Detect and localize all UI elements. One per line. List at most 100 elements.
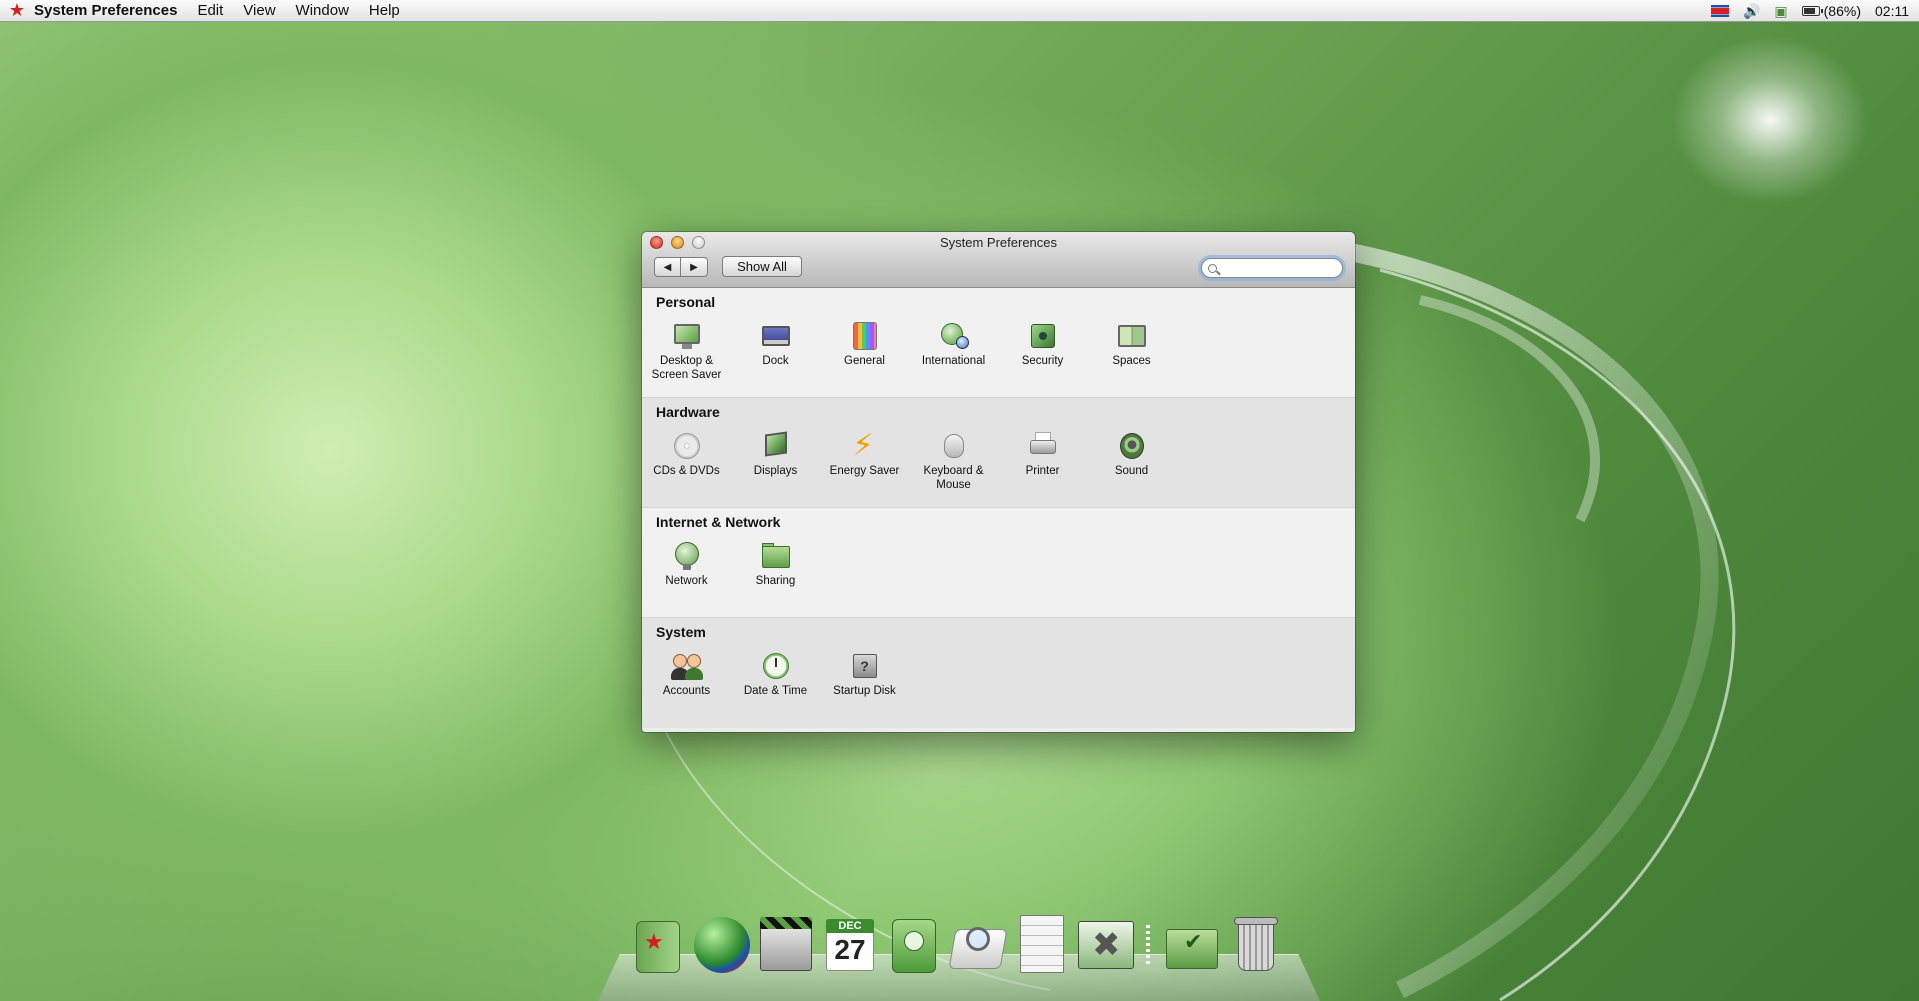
system-preferences-window: System Preferences ◀ ▶ Show All Personal… bbox=[642, 232, 1355, 732]
pane-label: Sharing bbox=[755, 575, 796, 587]
pane-cds-dvds[interactable]: CDs & DVDs bbox=[642, 430, 731, 492]
pane-startup-disk[interactable]: ? Startup Disk bbox=[820, 650, 909, 698]
pane-label: Displays bbox=[753, 465, 798, 477]
battery-status[interactable]: (86%) bbox=[1801, 3, 1861, 19]
dock-preview-magnifier-icon[interactable] bbox=[948, 915, 1008, 975]
accounts-icon bbox=[670, 650, 703, 682]
pane-label: CDs & DVDs bbox=[653, 465, 720, 477]
menu-window[interactable]: Window bbox=[296, 2, 349, 19]
pane-general[interactable]: General bbox=[820, 320, 909, 382]
calendar-day: 27 bbox=[834, 934, 866, 965]
pane-displays[interactable]: Displays bbox=[731, 430, 820, 492]
pane-label: Energy Saver bbox=[829, 465, 900, 477]
menu-edit[interactable]: Edit bbox=[197, 2, 223, 19]
back-arrow-icon: ◀ bbox=[663, 261, 672, 273]
cd-icon bbox=[671, 430, 703, 462]
dock-icon bbox=[760, 320, 792, 352]
pane-row: CDs & DVDs Displays ⚡ Energy Saver Keybo… bbox=[642, 430, 1176, 492]
pane-international[interactable]: International bbox=[909, 320, 998, 382]
general-icon bbox=[849, 320, 881, 352]
pane-label: Network bbox=[665, 575, 708, 587]
section-title: System bbox=[656, 624, 706, 640]
show-all-button[interactable]: Show All bbox=[722, 256, 802, 277]
network-status-icon[interactable]: ▣ bbox=[1774, 3, 1787, 20]
volume-icon[interactable]: 🔊 bbox=[1743, 3, 1760, 20]
pane-spaces[interactable]: Spaces bbox=[1087, 320, 1176, 382]
international-icon bbox=[938, 320, 970, 352]
pane-sound[interactable]: Sound bbox=[1087, 430, 1176, 492]
pane-label: Printer bbox=[1025, 465, 1060, 477]
printer-icon bbox=[1027, 430, 1059, 462]
pane-security[interactable]: Security bbox=[998, 320, 1087, 382]
pane-label: Dock bbox=[762, 355, 789, 367]
battery-icon bbox=[1801, 6, 1823, 16]
pane-label: Accounts bbox=[662, 685, 711, 697]
pane-date-time[interactable]: Date & Time bbox=[731, 650, 820, 698]
displays-icon bbox=[760, 430, 792, 462]
pane-label: Date & Time bbox=[743, 685, 808, 697]
dock-book-icon[interactable]: ★ bbox=[630, 915, 684, 975]
search-field[interactable] bbox=[1201, 258, 1343, 278]
pane-label: Spaces bbox=[1112, 355, 1151, 367]
menu-extras: 🔊 ▣ (86%) 02:11 bbox=[1710, 0, 1909, 22]
section-system: System Accounts Date & Time ? Startup Di… bbox=[642, 618, 1355, 728]
forward-button[interactable]: ▶ bbox=[681, 257, 708, 277]
dock-browser-globe-icon[interactable] bbox=[694, 915, 750, 975]
pane-label: Startup Disk bbox=[833, 685, 896, 697]
pane-keyboard-mouse[interactable]: Keyboard & Mouse bbox=[909, 430, 998, 492]
pane-label: International bbox=[921, 355, 986, 367]
nav-buttons: ◀ ▶ bbox=[654, 257, 708, 277]
pane-label: Keyboard & Mouse bbox=[923, 465, 984, 491]
spaces-icon bbox=[1116, 320, 1148, 352]
security-icon bbox=[1027, 320, 1059, 352]
calendar-month: DEC bbox=[826, 919, 874, 933]
energy-icon: ⚡ bbox=[852, 429, 874, 462]
sound-icon bbox=[1116, 430, 1148, 462]
pane-dock[interactable]: Dock bbox=[731, 320, 820, 382]
menu-app-name[interactable]: System Preferences bbox=[34, 2, 177, 19]
section-internet-network: Internet & Network Network Sharing bbox=[642, 508, 1355, 618]
pane-label: Desktop & Screen Saver bbox=[651, 355, 722, 381]
dock-folder-icon[interactable]: ✔ bbox=[1164, 915, 1218, 975]
section-title: Personal bbox=[656, 294, 716, 310]
dock-calendar-icon[interactable]: DEC 27 bbox=[822, 915, 876, 975]
forward-arrow-icon: ▶ bbox=[690, 261, 698, 273]
pane-row: Network Sharing bbox=[642, 540, 820, 588]
input-flag-icon[interactable] bbox=[1710, 5, 1729, 17]
pane-desktop-screen-saver[interactable]: Desktop & Screen Saver bbox=[642, 320, 731, 382]
pane-energy-saver[interactable]: ⚡ Energy Saver bbox=[820, 430, 909, 492]
dock-system-preferences-icon[interactable]: ✖ bbox=[1078, 915, 1134, 975]
pane-printer[interactable]: Printer bbox=[998, 430, 1087, 492]
dock-address-book-icon[interactable] bbox=[886, 915, 940, 975]
pane-row: Accounts Date & Time ? Startup Disk bbox=[642, 650, 909, 698]
pane-sharing[interactable]: Sharing bbox=[731, 540, 820, 588]
section-title: Hardware bbox=[656, 404, 720, 420]
dock: ★ DEC 27 ✖ ✔ bbox=[630, 915, 1282, 975]
menu-view[interactable]: View bbox=[243, 2, 275, 19]
menu-bar: ★ System Preferences Edit View Window He… bbox=[0, 0, 1919, 22]
network-icon bbox=[671, 540, 703, 572]
sharing-icon bbox=[760, 540, 792, 572]
menu-clock[interactable]: 02:11 bbox=[1875, 3, 1909, 19]
dock-trash-icon[interactable] bbox=[1228, 915, 1282, 975]
battery-percent: (86%) bbox=[1823, 3, 1861, 19]
clock-icon bbox=[760, 650, 792, 682]
pane-label: Sound bbox=[1114, 465, 1149, 477]
dock-calculator-icon[interactable] bbox=[1014, 915, 1068, 975]
pane-row: Desktop & Screen Saver Dock General Inte… bbox=[642, 320, 1176, 382]
dock-movie-clapper-icon[interactable] bbox=[758, 915, 812, 975]
pane-label: General bbox=[844, 355, 885, 367]
mouse-icon bbox=[938, 430, 970, 462]
dock-separator bbox=[1146, 925, 1150, 965]
search-input[interactable] bbox=[1221, 261, 1331, 275]
menu-help[interactable]: Help bbox=[369, 2, 400, 19]
desktop-icon bbox=[671, 320, 703, 352]
apple-menu-star-icon[interactable]: ★ bbox=[0, 0, 34, 21]
section-hardware: Hardware CDs & DVDs Displays ⚡ Energy Sa… bbox=[642, 398, 1355, 508]
back-button[interactable]: ◀ bbox=[654, 257, 681, 277]
pane-network[interactable]: Network bbox=[642, 540, 731, 588]
search-icon bbox=[1208, 263, 1217, 273]
window-title: System Preferences bbox=[939, 235, 1058, 250]
battery-fill bbox=[1803, 8, 1815, 14]
pane-accounts[interactable]: Accounts bbox=[642, 650, 731, 698]
